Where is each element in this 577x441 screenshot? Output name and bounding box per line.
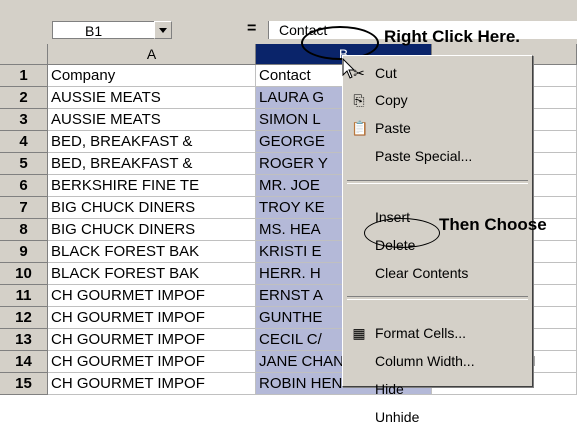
menu-item-label: Cut — [375, 65, 397, 81]
menu-item-hide[interactable]: Hide — [343, 376, 532, 402]
select-all-corner[interactable] — [0, 44, 48, 65]
cell-company[interactable]: CH GOURMET IMPOF — [48, 329, 256, 351]
cell-company[interactable]: CH GOURMET IMPOF — [48, 285, 256, 307]
cell-company[interactable]: BERKSHIRE FINE TE — [48, 175, 256, 197]
row-header[interactable]: 9 — [0, 241, 48, 263]
cell-company[interactable]: BLACK FOREST BAK — [48, 263, 256, 285]
row-header[interactable]: 13 — [0, 329, 48, 351]
cell-company[interactable]: BED, BREAKFAST & — [48, 131, 256, 153]
annotation-right-click: Right Click Here. — [384, 27, 521, 46]
annotation-then-choose: Then Choose — [439, 215, 547, 234]
row-header[interactable]: 15 — [0, 373, 48, 395]
menu-item-label: Format Cells... — [375, 325, 467, 341]
mouse-cursor-icon — [342, 58, 356, 79]
menu-item-label: Column Width... — [375, 353, 475, 369]
copy-icon: ⎘ — [353, 92, 365, 108]
menu-item-paste[interactable]: 📋 Paste — [343, 115, 532, 141]
row-header[interactable]: 8 — [0, 219, 48, 241]
row-header[interactable]: 2 — [0, 87, 48, 109]
paste-icon: 📋 — [351, 120, 369, 136]
menu-separator — [347, 180, 528, 184]
menu-item-label: Clear Contents — [375, 265, 469, 281]
cell-company[interactable]: CH GOURMET IMPOF — [48, 351, 256, 373]
menu-item-label: Paste — [375, 120, 411, 136]
name-box-value: B1 — [85, 23, 103, 39]
menu-item-label: Hide — [375, 381, 404, 397]
row-header[interactable]: 1 — [0, 65, 48, 87]
menu-item-label: Paste Special... — [375, 148, 473, 164]
name-box[interactable]: B1 — [52, 21, 158, 39]
cell-company[interactable]: BIG CHUCK DINERS — [48, 197, 256, 219]
format-cells-icon: ▦ — [352, 325, 366, 341]
cell-company[interactable]: Company — [48, 65, 256, 87]
menu-item-clear-contents[interactable]: Clear Contents — [343, 260, 532, 286]
row-header[interactable]: 12 — [0, 307, 48, 329]
cell-company[interactable]: BED, BREAKFAST & — [48, 153, 256, 175]
cell-company[interactable]: BIG CHUCK DINERS — [48, 219, 256, 241]
cell-company[interactable]: CH GOURMET IMPOF — [48, 373, 256, 395]
row-header[interactable]: 3 — [0, 109, 48, 131]
cell-company[interactable]: AUSSIE MEATS — [48, 109, 256, 131]
name-box-dropdown-icon[interactable] — [154, 21, 172, 39]
menu-item-column-width[interactable]: Column Width... — [343, 348, 532, 374]
menu-item-label: Unhide — [375, 409, 420, 425]
menu-item-format-cells[interactable]: ▦ Format Cells... — [343, 320, 532, 346]
menu-item-unhide[interactable]: Unhide — [343, 404, 532, 430]
equals-sign: = — [247, 20, 257, 37]
column-header-a[interactable]: A — [48, 44, 256, 65]
row-header[interactable]: 14 — [0, 351, 48, 373]
menu-item-copy[interactable]: ⎘ Copy — [343, 87, 532, 113]
cell-company[interactable]: BLACK FOREST BAK — [48, 241, 256, 263]
annotation-ellipse-insert — [364, 218, 440, 248]
cell-company[interactable]: CH GOURMET IMPOF — [48, 307, 256, 329]
row-header[interactable]: 11 — [0, 285, 48, 307]
cell-company[interactable]: AUSSIE MEATS — [48, 87, 256, 109]
row-header[interactable]: 6 — [0, 175, 48, 197]
menu-separator — [347, 296, 528, 300]
menu-item-cut[interactable]: ✂ Cut — [343, 60, 532, 86]
menu-item-paste-special[interactable]: Paste Special... — [343, 143, 532, 169]
row-header[interactable]: 5 — [0, 153, 48, 175]
row-header[interactable]: 10 — [0, 263, 48, 285]
row-header[interactable]: 4 — [0, 131, 48, 153]
row-header[interactable]: 7 — [0, 197, 48, 219]
menu-item-label: Copy — [375, 92, 408, 108]
